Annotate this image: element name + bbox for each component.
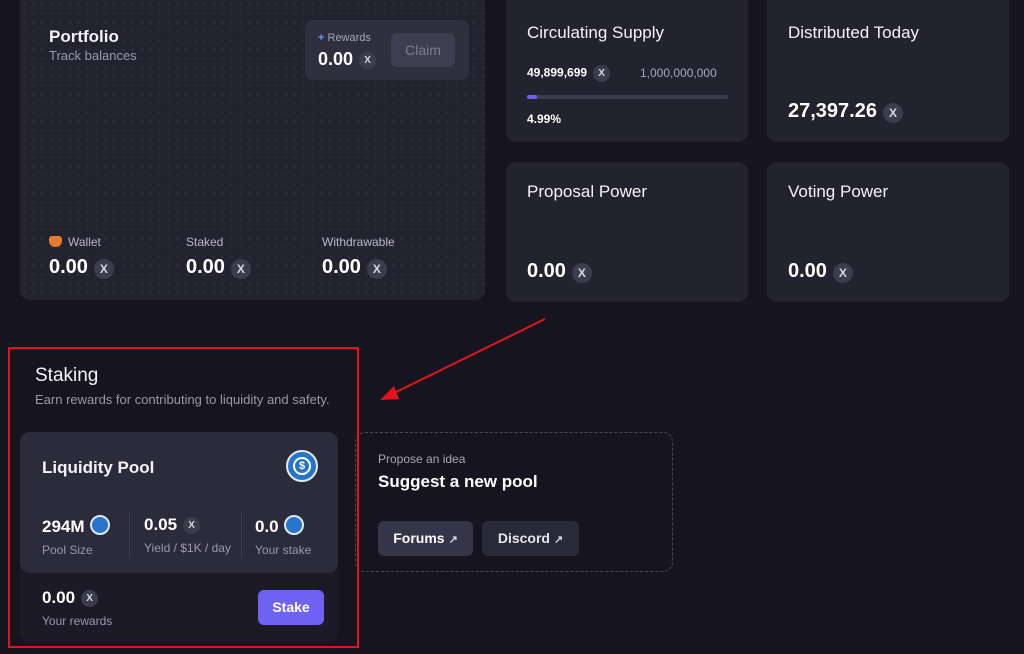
- yield-stat: 0.05 X Yield / $1K / day: [144, 515, 231, 555]
- distributed-today-title: Distributed Today: [788, 23, 920, 42]
- x-token-icon: X: [882, 102, 903, 123]
- withdrawable-label: Withdrawable: [322, 235, 395, 249]
- wallet-stat: Wallet 0.00 X: [49, 235, 114, 279]
- staked-stat: Staked 0.00 X: [186, 235, 251, 279]
- voting-power-value: 0.00: [788, 260, 827, 282]
- suggest-kicker: Propose an idea: [378, 452, 466, 466]
- x-token-icon: X: [93, 258, 114, 279]
- plus-icon: +: [318, 32, 325, 44]
- x-token-icon: X: [366, 258, 387, 279]
- your-stake-label: Your stake: [255, 543, 312, 557]
- forums-button[interactable]: Forums ↗: [378, 521, 473, 556]
- x-token-icon: X: [230, 258, 251, 279]
- discord-button[interactable]: Discord ↗: [482, 521, 579, 556]
- rewards-value: 0.00: [318, 49, 354, 69]
- your-stake-value: 0.0: [255, 517, 279, 536]
- circulating-supply-title: Circulating Supply: [527, 23, 665, 42]
- your-rewards-stat: 0.00 X Your rewards: [42, 588, 112, 628]
- external-link-icon: ↗: [553, 534, 564, 546]
- pool-size-value: 294M: [42, 517, 85, 536]
- withdrawable-stat: Withdrawable 0.00 X: [322, 235, 395, 279]
- stake-button[interactable]: Stake: [258, 590, 324, 625]
- pool-size-label: Pool Size: [42, 543, 93, 557]
- portfolio-title: Portfolio: [49, 27, 119, 46]
- x-token-icon: X: [359, 52, 377, 70]
- supply-progress-track: [527, 95, 728, 99]
- supply-percent: 4.99%: [527, 112, 562, 126]
- stat-divider: [241, 512, 242, 558]
- yield-value: 0.05: [144, 515, 178, 534]
- wallet-label: Wallet: [68, 235, 101, 249]
- wallet-value: 0.00: [49, 256, 88, 278]
- usdc-icon: [283, 515, 304, 535]
- forums-label: Forums: [393, 530, 445, 546]
- staked-label: Staked: [186, 235, 224, 249]
- pool-size-stat: 294M Pool Size: [42, 515, 110, 557]
- x-token-icon: X: [183, 517, 201, 535]
- x-token-icon: X: [571, 262, 592, 283]
- withdrawable-value: 0.00: [322, 256, 361, 278]
- your-stake-stat: 0.0 Your stake: [255, 515, 311, 557]
- usdc-icon: [89, 515, 110, 535]
- staked-value: 0.00: [186, 256, 225, 278]
- liquidity-pool-title: Liquidity Pool: [42, 458, 155, 477]
- voting-power-title: Voting Power: [788, 182, 889, 201]
- distributed-today-value: 27,397.26: [788, 100, 877, 122]
- proposal-power-value: 0.00: [527, 260, 566, 282]
- proposal-power-title: Proposal Power: [527, 182, 648, 201]
- total-supply: 1,000,000,000: [640, 66, 717, 80]
- supply-progress-fill: [527, 95, 538, 99]
- usdc-icon: $: [286, 450, 318, 482]
- stat-divider: [129, 512, 130, 558]
- discord-label: Discord: [497, 530, 550, 546]
- rewards-label: Rewards: [327, 32, 371, 44]
- claim-button[interactable]: Claim: [391, 33, 455, 67]
- your-rewards-label: Your rewards: [42, 614, 113, 628]
- portfolio-subtitle: Track balances: [49, 48, 137, 63]
- staking-subtitle: Earn rewards for contributing to liquidi…: [35, 392, 330, 407]
- external-link-icon: ↗: [448, 534, 458, 546]
- x-token-icon: X: [832, 262, 853, 283]
- staking-title: Staking: [35, 365, 99, 386]
- your-rewards-value: 0.00: [42, 588, 76, 607]
- x-token-icon: X: [593, 65, 611, 82]
- circulating-value: 49,899,699: [527, 65, 588, 80]
- suggest-title: Suggest a new pool: [378, 472, 538, 491]
- rewards-box: + Rewards 0.00 X Claim: [305, 20, 469, 80]
- yield-label: Yield / $1K / day: [144, 541, 231, 555]
- x-token-icon: X: [81, 590, 99, 608]
- fox-icon: [49, 236, 62, 247]
